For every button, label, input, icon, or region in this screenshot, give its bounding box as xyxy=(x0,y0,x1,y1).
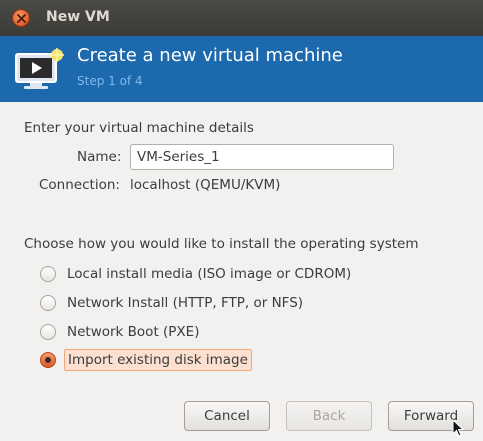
new-vm-window: New VM Create a new virtual machine Step… xyxy=(0,0,483,441)
wizard-banner: Create a new virtual machine Step 1 of 4 xyxy=(0,36,483,102)
name-input[interactable] xyxy=(130,144,394,170)
radio-network-install[interactable]: Network Install (HTTP, FTP, or NFS) xyxy=(40,291,306,315)
radio-network-boot[interactable]: Network Boot (PXE) xyxy=(40,320,202,344)
back-button[interactable]: Back xyxy=(286,401,372,431)
close-icon xyxy=(17,14,26,23)
connection-label: Connection: xyxy=(39,177,120,193)
window-title: New VM xyxy=(46,9,110,25)
install-heading: Choose how you would like to install the… xyxy=(24,236,419,252)
radio-import-disk[interactable]: Import existing disk image xyxy=(40,348,252,372)
radio-button-checked[interactable] xyxy=(40,352,56,368)
radio-button[interactable] xyxy=(40,266,56,282)
radio-button[interactable] xyxy=(40,295,56,311)
radio-local-install[interactable]: Local install media (ISO image or CDROM) xyxy=(40,262,354,286)
connection-value: localhost (QEMU/KVM) xyxy=(130,177,281,193)
mouse-pointer-icon xyxy=(452,419,464,437)
radio-label[interactable]: Import existing disk image xyxy=(64,349,252,371)
close-window-button[interactable] xyxy=(12,9,30,27)
monitor-play-icon xyxy=(15,48,64,89)
cancel-button[interactable]: Cancel xyxy=(184,401,270,431)
name-label: Name: xyxy=(77,149,122,165)
title-bar[interactable]: New VM xyxy=(0,0,483,36)
radio-label[interactable]: Local install media (ISO image or CDROM) xyxy=(64,264,354,284)
radio-label[interactable]: Network Install (HTTP, FTP, or NFS) xyxy=(64,293,306,313)
details-heading: Enter your virtual machine details xyxy=(24,120,254,136)
step-indicator: Step 1 of 4 xyxy=(77,74,143,88)
banner-title: Create a new virtual machine xyxy=(77,45,343,66)
radio-button[interactable] xyxy=(40,324,56,340)
radio-label[interactable]: Network Boot (PXE) xyxy=(64,322,202,342)
